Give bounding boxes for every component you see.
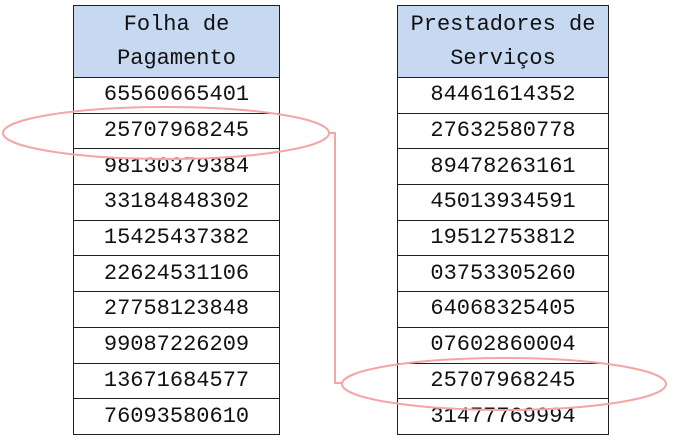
service-providers-cell: 45013934591 <box>397 184 609 221</box>
connector-line <box>329 132 343 384</box>
service-providers-cell: 03753305260 <box>397 255 609 293</box>
payroll-cell: 27758123848 <box>73 291 280 328</box>
payroll-cell-highlighted: 25707968245 <box>73 112 280 150</box>
service-providers-cell: 31477769994 <box>397 398 609 435</box>
service-providers-cell: 07602860004 <box>397 326 609 364</box>
payroll-cell: 22624531106 <box>73 255 280 293</box>
payroll-cell: 33184848302 <box>73 184 280 221</box>
service-providers-cell-highlighted: 25707968245 <box>397 362 609 400</box>
service-providers-cell: 84461614352 <box>397 77 609 114</box>
service-providers-cell: 27632580778 <box>397 112 609 150</box>
service-providers-cell: 89478263161 <box>397 148 609 186</box>
payroll-table: Folha de Pagamento 65560665401 257079682… <box>73 5 280 435</box>
payroll-cell: 76093580610 <box>73 398 280 435</box>
payroll-cell: 15425437382 <box>73 219 280 257</box>
service-providers-header: Prestadores de Serviços <box>397 5 609 78</box>
payroll-header: Folha de Pagamento <box>73 5 280 78</box>
service-providers-table: Prestadores de Serviços 84461614352 2763… <box>397 5 609 435</box>
payroll-cell: 65560665401 <box>73 77 280 114</box>
payroll-cell: 98130379384 <box>73 148 280 186</box>
service-providers-cell: 19512753812 <box>397 219 609 257</box>
service-providers-cell: 64068325405 <box>397 291 609 328</box>
payroll-cell: 99087226209 <box>73 326 280 364</box>
payroll-cell: 13671684577 <box>73 362 280 400</box>
